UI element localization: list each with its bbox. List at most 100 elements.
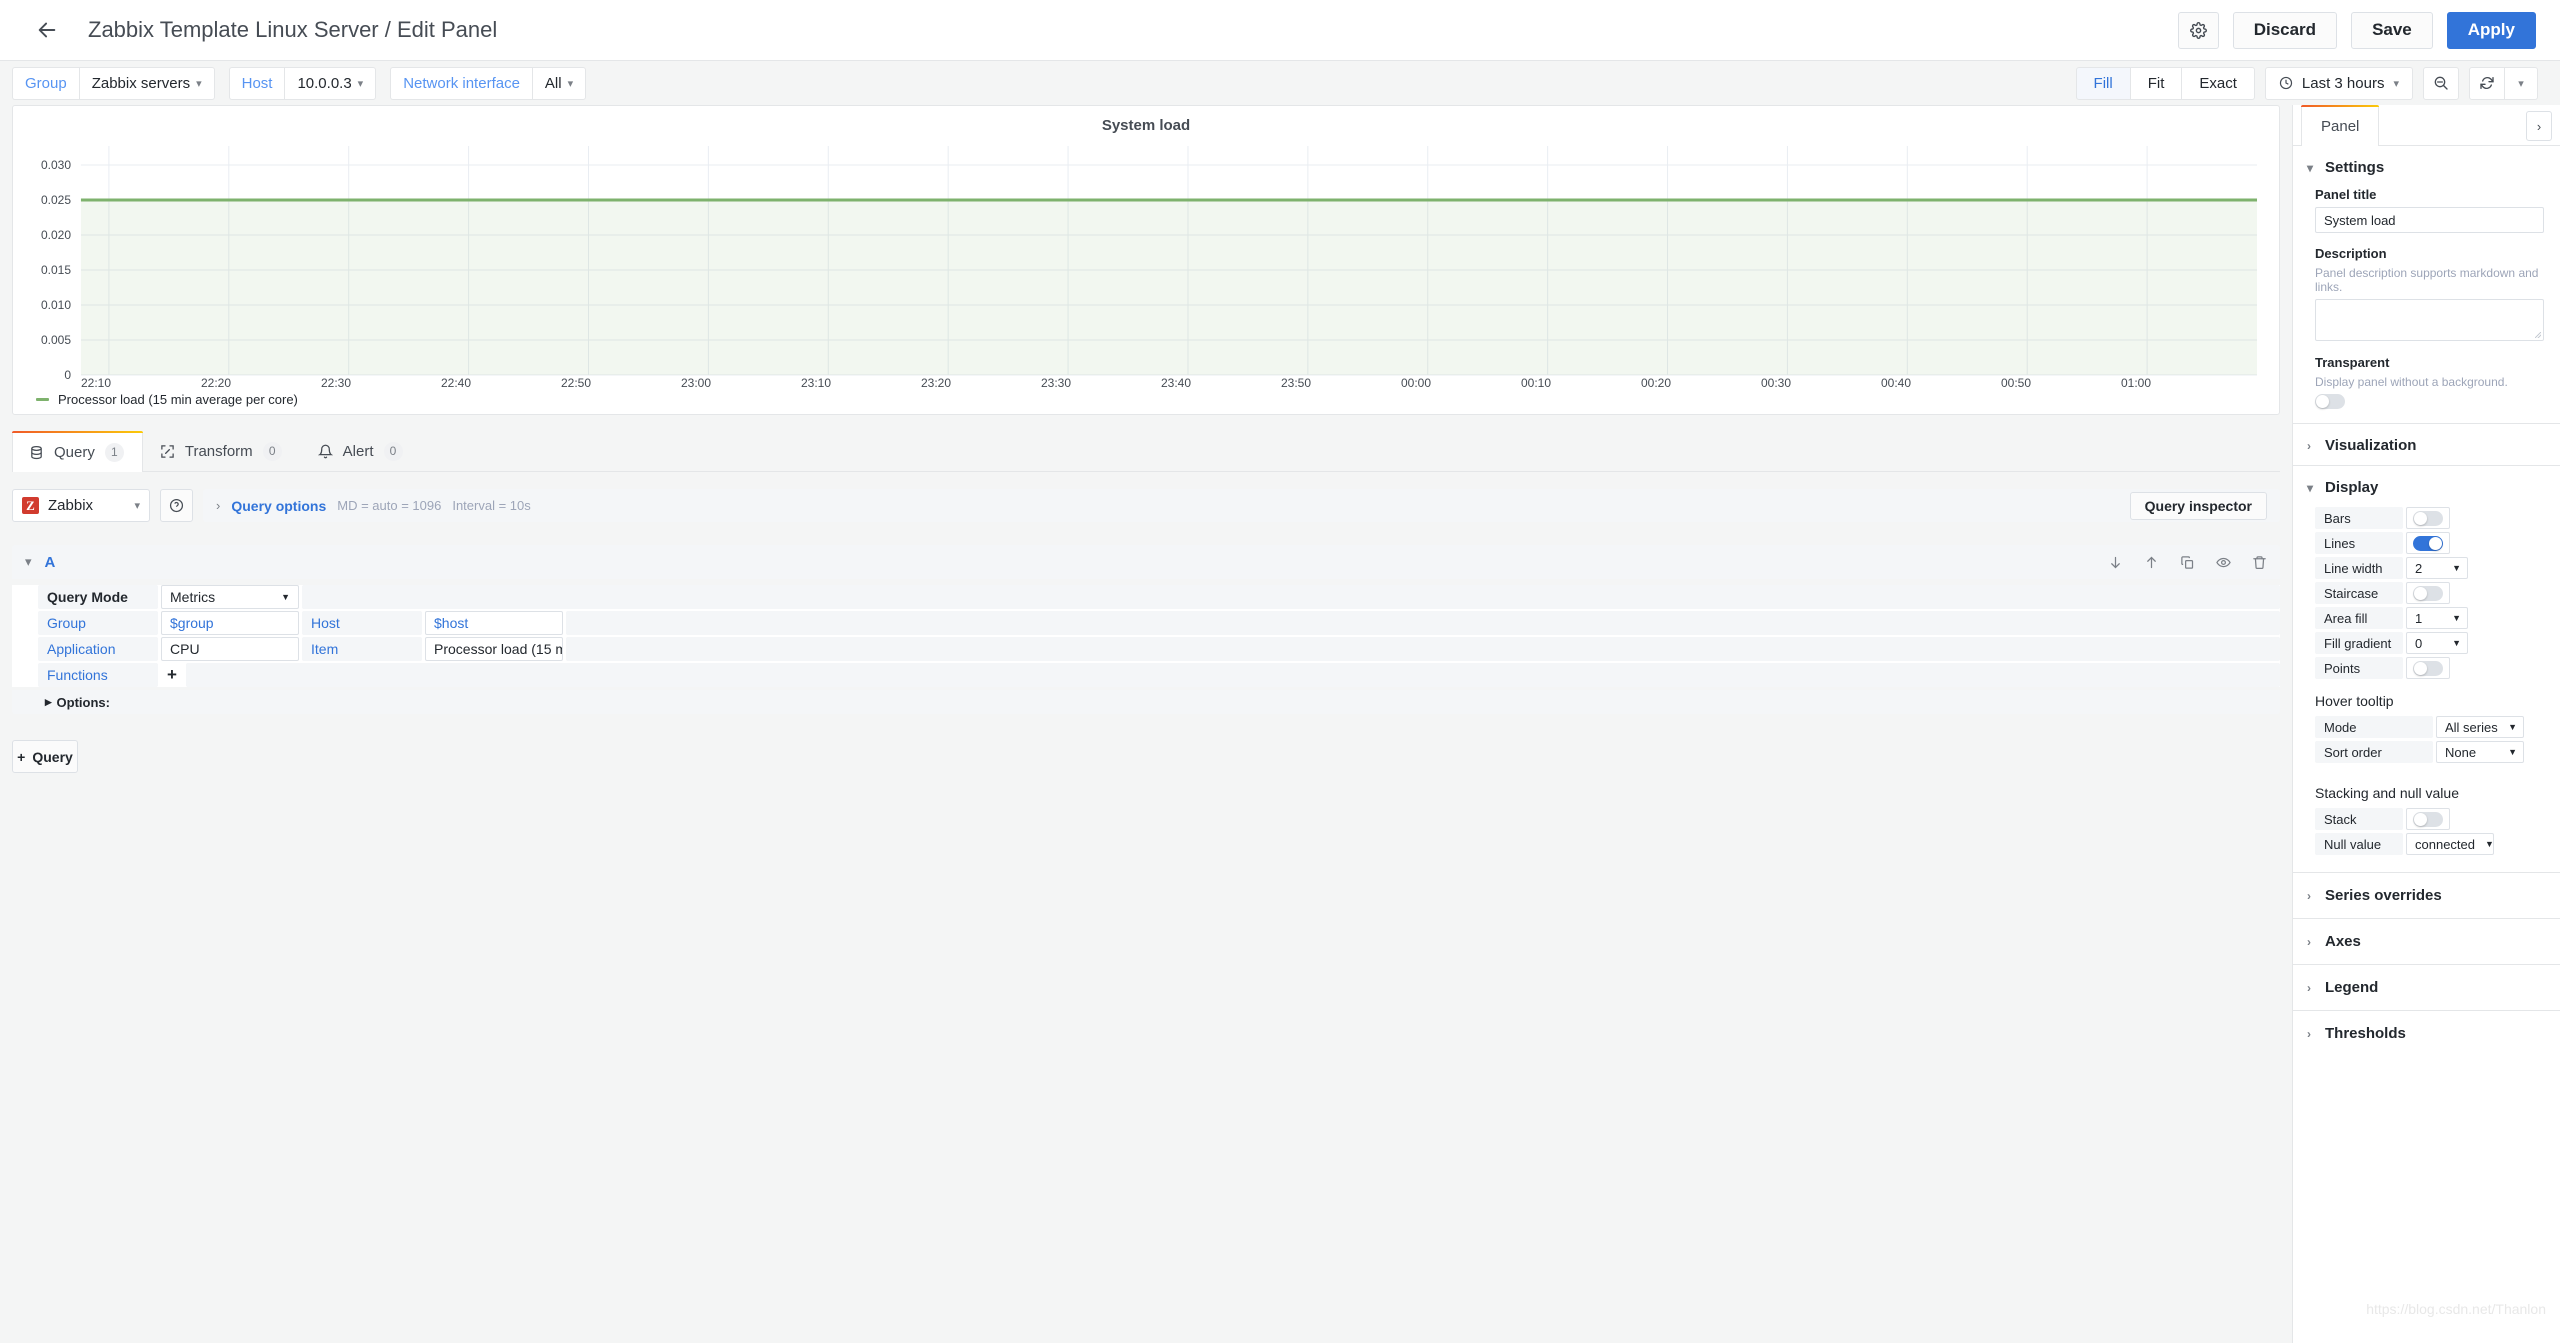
section-display-title: Display bbox=[2325, 479, 2379, 496]
points-toggle[interactable] bbox=[2413, 660, 2443, 676]
plus-icon: + bbox=[17, 748, 26, 765]
refresh-interval-dropdown[interactable]: ▾ bbox=[2505, 66, 2538, 100]
group-variable-value: Zabbix servers bbox=[91, 74, 191, 92]
query-options-toggle[interactable]: ▸ Options: bbox=[12, 690, 2280, 714]
chevron-down-icon: ▾ bbox=[2307, 480, 2314, 495]
sort-order-select[interactable]: None ▼ bbox=[2436, 741, 2524, 763]
tab-transform[interactable]: Transform 0 bbox=[143, 430, 301, 471]
fit-mode-exact[interactable]: Exact bbox=[2182, 66, 2255, 100]
group-variable-select[interactable]: Zabbix servers ▾ bbox=[78, 66, 215, 100]
x-tick-label: 00:00 bbox=[1401, 376, 1432, 390]
fit-mode-fit[interactable]: Fit bbox=[2130, 66, 2183, 100]
y-tick-label: 0.030 bbox=[40, 158, 71, 172]
staircase-toggle-wrap[interactable] bbox=[2406, 582, 2450, 604]
query-item-input[interactable]: Processor load (15 min ave... bbox=[425, 637, 563, 661]
host-variable-select[interactable]: 10.0.0.3 ▾ bbox=[284, 66, 377, 100]
network-interface-select[interactable]: All ▾ bbox=[531, 66, 587, 100]
add-query-button[interactable]: + Query bbox=[12, 740, 78, 773]
points-toggle-wrap[interactable] bbox=[2406, 657, 2450, 679]
query-mode-value: Metrics bbox=[170, 589, 216, 605]
tab-query[interactable]: Query 1 bbox=[12, 431, 143, 472]
stack-toggle-wrap[interactable] bbox=[2406, 808, 2450, 830]
network-interface-value: All bbox=[544, 74, 562, 92]
panel-settings-button[interactable] bbox=[2177, 11, 2219, 49]
lines-toggle[interactable] bbox=[2413, 535, 2443, 551]
section-thresholds-header[interactable]: › Thresholds bbox=[2293, 1010, 2560, 1056]
chevron-down-icon[interactable]: ▾ bbox=[25, 554, 32, 570]
fill-gradient-label: Fill gradient bbox=[2315, 632, 2403, 654]
sort-order-value: None bbox=[2445, 744, 2477, 760]
back-button[interactable] bbox=[28, 11, 66, 49]
panel-fit-mode-group: Fill Fit Exact bbox=[2075, 66, 2255, 100]
zoom-out-button[interactable] bbox=[2423, 66, 2459, 100]
query-options-max-data-points: MD = auto = 1096 bbox=[337, 498, 442, 513]
gear-icon bbox=[2189, 21, 2207, 39]
query-application-input[interactable]: CPU bbox=[161, 637, 299, 661]
datasource-picker[interactable]: Z Zabbix ▾ bbox=[12, 489, 150, 522]
display-lines-row: Lines bbox=[2315, 532, 2544, 554]
datasource-help-button[interactable] bbox=[160, 489, 193, 522]
refresh-button[interactable] bbox=[2469, 66, 2505, 100]
section-series-overrides-header[interactable]: › Series overrides bbox=[2293, 872, 2560, 918]
section-thresholds-title: Thresholds bbox=[2325, 1025, 2406, 1042]
section-visualization-header[interactable]: › Visualization bbox=[2293, 423, 2560, 465]
x-tick-label: 23:40 bbox=[1161, 376, 1192, 390]
query-inspector-button[interactable]: Query inspector bbox=[2129, 491, 2267, 520]
section-settings-header[interactable]: ▾ Settings bbox=[2293, 146, 2560, 187]
tab-alert[interactable]: Alert 0 bbox=[301, 430, 422, 471]
panel-title-input[interactable]: System load bbox=[2315, 207, 2544, 233]
tab-alert-count: 0 bbox=[383, 441, 403, 461]
options-body: ▾ Settings Panel title System load Descr… bbox=[2293, 146, 2560, 1343]
panel-title-label: Panel title bbox=[2315, 187, 2377, 202]
x-tick-label: 00:20 bbox=[1641, 376, 1672, 390]
description-help-text: Panel description supports markdown and … bbox=[2315, 266, 2539, 294]
page-title: Zabbix Template Linux Server / Edit Pane… bbox=[88, 17, 498, 42]
row-filler bbox=[566, 611, 2280, 635]
lines-toggle-wrap[interactable] bbox=[2406, 532, 2450, 554]
duplicate-icon[interactable] bbox=[2180, 555, 2195, 570]
time-range-value: Last 3 hours bbox=[2301, 74, 2385, 92]
move-up-icon[interactable] bbox=[2144, 555, 2159, 570]
tab-alert-label: Alert bbox=[342, 442, 374, 460]
time-range-picker[interactable]: Last 3 hours ▾ bbox=[2264, 66, 2413, 100]
hover-mode-select[interactable]: All series ▼ bbox=[2436, 716, 2524, 738]
move-down-icon[interactable] bbox=[2108, 555, 2123, 570]
query-ref-id[interactable]: A bbox=[45, 554, 56, 571]
discard-button[interactable]: Discard bbox=[2232, 11, 2338, 49]
chart-area[interactable]: 0.030 0.025 0.020 0.015 0.010 0.005 0 22… bbox=[13, 138, 2279, 390]
staircase-toggle[interactable] bbox=[2413, 585, 2443, 601]
query-group-input[interactable]: $group bbox=[161, 611, 299, 635]
fill-gradient-select[interactable]: 0 ▼ bbox=[2406, 632, 2468, 654]
query-options-label[interactable]: Query options bbox=[231, 498, 326, 514]
save-button[interactable]: Save bbox=[2351, 11, 2433, 49]
description-textarea[interactable] bbox=[2315, 299, 2544, 341]
transparent-toggle[interactable] bbox=[2315, 394, 2345, 409]
database-icon bbox=[31, 445, 42, 459]
apply-button[interactable]: Apply bbox=[2446, 11, 2536, 49]
legend-color-swatch[interactable] bbox=[36, 398, 49, 401]
query-options-bar[interactable]: › Query options MD = auto = 1096 Interva… bbox=[203, 489, 2280, 522]
bars-toggle-wrap[interactable] bbox=[2406, 507, 2450, 529]
line-width-select[interactable]: 2 ▼ bbox=[2406, 557, 2468, 579]
area-fill-select[interactable]: 1 ▼ bbox=[2406, 607, 2468, 629]
x-tick-label: 00:40 bbox=[1881, 376, 1912, 390]
bars-toggle[interactable] bbox=[2413, 510, 2443, 526]
chevron-down-icon: ▼ bbox=[2508, 722, 2517, 732]
legend-series-label[interactable]: Processor load (15 min average per core) bbox=[58, 392, 298, 407]
section-axes-header[interactable]: › Axes bbox=[2293, 918, 2560, 964]
network-interface-variable: Network interface All ▾ bbox=[390, 66, 587, 100]
query-mode-select[interactable]: Metrics ▼ bbox=[161, 585, 299, 609]
chart-legend: Processor load (15 min average per core) bbox=[13, 392, 2279, 407]
stack-toggle[interactable] bbox=[2413, 811, 2443, 827]
display-staircase-row: Staircase bbox=[2315, 582, 2544, 604]
expand-options-pane-button[interactable]: › bbox=[2526, 111, 2552, 141]
fit-mode-fill[interactable]: Fill bbox=[2075, 66, 2131, 100]
section-legend-header[interactable]: › Legend bbox=[2293, 964, 2560, 1010]
tab-panel-options[interactable]: Panel bbox=[2301, 105, 2380, 146]
toggle-visibility-icon[interactable] bbox=[2216, 555, 2231, 570]
null-value-select[interactable]: connected ▼ bbox=[2406, 833, 2494, 855]
section-display-header[interactable]: ▾ Display bbox=[2293, 465, 2560, 507]
delete-icon[interactable] bbox=[2252, 555, 2267, 570]
query-host-input[interactable]: $host bbox=[425, 611, 563, 635]
add-function-icon[interactable]: + bbox=[161, 663, 183, 687]
